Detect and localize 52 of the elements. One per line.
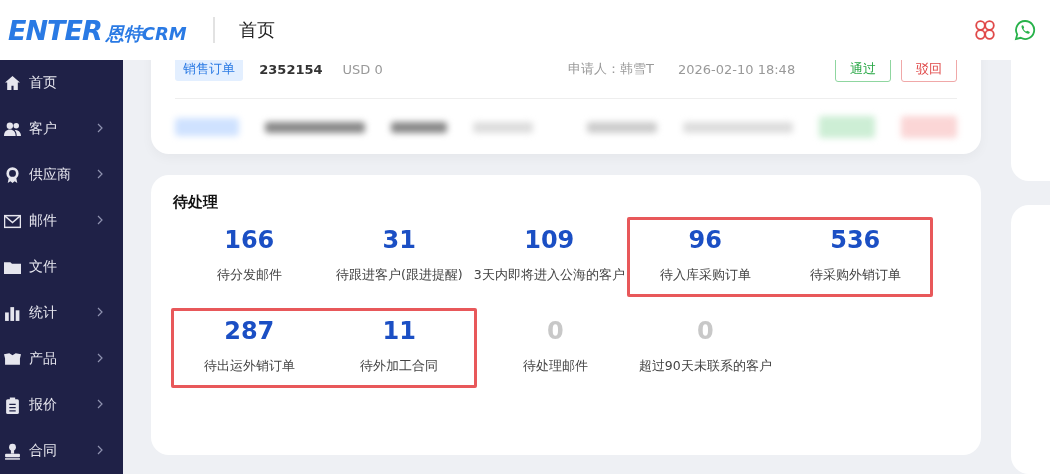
home-icon	[4, 74, 21, 92]
sidebar-item[interactable]: 产品	[0, 336, 124, 382]
mail-icon	[4, 212, 21, 230]
stat-count[interactable]: 536	[830, 225, 881, 255]
stat-label: 3天内即将进入公海的客户	[473, 267, 625, 284]
stat-count[interactable]: 96	[688, 225, 722, 255]
clipboard-icon	[4, 396, 21, 414]
sidebar-item[interactable]: 统计	[0, 290, 124, 336]
order-amount: USD 0	[342, 61, 383, 77]
chevron-right-icon	[97, 215, 104, 225]
stat-count[interactable]: 11	[382, 316, 416, 346]
chevron-right-icon	[97, 169, 104, 179]
logo-wordmark: ENTER	[8, 14, 102, 46]
reject-button[interactable]: 驳回	[901, 60, 958, 82]
clover-icon[interactable]	[974, 19, 996, 41]
stat-label: 待外加工合同	[360, 358, 439, 375]
chart-icon	[4, 304, 21, 322]
sidebar-item[interactable]: 客户	[0, 106, 124, 152]
stat-count[interactable]: 287	[224, 316, 275, 346]
stat-count[interactable]: 31	[382, 225, 416, 255]
order-type-tag: 销售订单	[175, 60, 244, 81]
chevron-right-icon	[97, 123, 104, 133]
chevron-right-icon	[97, 353, 104, 363]
order-time: 2026-02-10 18:48	[678, 61, 796, 77]
chevron-right-icon	[97, 307, 104, 317]
stat-label: 待入库采购订单	[659, 267, 751, 284]
sidebar-item[interactable]: 供应商	[0, 152, 124, 198]
sidebar-item[interactable]: 报价	[0, 382, 124, 428]
page-title: 首页	[238, 18, 275, 42]
stat-label: 待跟进客户(跟进提醒)	[335, 267, 463, 284]
section-title: 待处理	[173, 193, 220, 212]
stat-label: 超过90天未联系的客户	[638, 358, 772, 375]
sidebar-item[interactable]: 文件	[0, 244, 124, 290]
stat-label: 待出运外销订单	[203, 358, 295, 375]
order-number: 2352154	[259, 61, 323, 77]
logo-text: 恩特CRM	[105, 21, 187, 46]
stamp-icon	[4, 442, 21, 460]
users-icon	[4, 120, 21, 138]
sidebar-item[interactable]: 邮件	[0, 198, 124, 244]
stat-label: 待采购外销订单	[809, 267, 901, 284]
sidebar-item[interactable]: 合同	[0, 428, 124, 474]
stat-label: 待分发邮件	[216, 267, 282, 284]
applicant-text: 申请人：韩雪T	[568, 60, 654, 78]
stat-count[interactable]: 109	[524, 225, 575, 255]
badge-icon	[4, 166, 21, 184]
chevron-right-icon	[97, 399, 104, 409]
chevron-right-icon	[97, 445, 104, 455]
sidebar-item[interactable]: 首页	[0, 60, 124, 106]
chat-phone-icon[interactable]	[1014, 19, 1036, 41]
stat-label: 待处理邮件	[522, 358, 588, 375]
stat-count[interactable]: 166	[224, 225, 275, 255]
box-icon	[4, 350, 21, 368]
